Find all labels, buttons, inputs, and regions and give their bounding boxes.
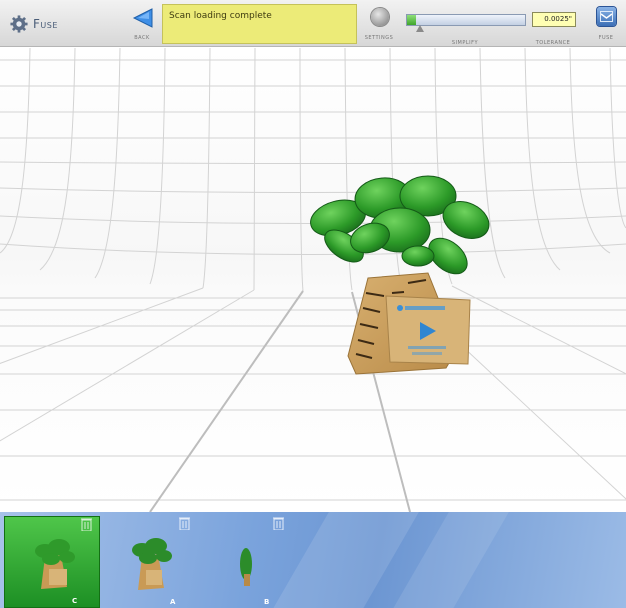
gear-logo-icon: [10, 15, 28, 33]
simplify-control: Simplify: [404, 10, 526, 46]
fuse-box-icon: [597, 7, 616, 26]
tolerance-field[interactable]: 0.0025": [532, 12, 576, 27]
scan-label-c: C: [72, 597, 78, 605]
app-title: Fuse: [10, 12, 58, 36]
palm-tree-scan-model[interactable]: [308, 168, 498, 380]
trash-icon[interactable]: [81, 517, 92, 531]
status-text: Scan loading complete: [169, 11, 272, 21]
settings-dial-icon: [371, 8, 389, 26]
scan-thumbnail-strip: C A B: [0, 512, 626, 608]
fuse-label: Fuse: [598, 35, 614, 41]
simplify-slider-fill: [407, 15, 417, 25]
tolerance-label: Tolerance: [535, 40, 571, 46]
fuse-button[interactable]: Fuse: [589, 4, 623, 44]
scan-label-b: B: [264, 598, 270, 606]
simplify-label: Simplify: [451, 40, 479, 46]
scan-thumbnail-c[interactable]: C: [4, 516, 100, 608]
app-title-text: Fuse: [33, 17, 58, 31]
scan-thumbnail-a[interactable]: A: [104, 516, 200, 608]
back-label: Back: [134, 35, 150, 41]
simplify-slider[interactable]: [406, 14, 526, 26]
3d-viewport[interactable]: [0, 48, 626, 512]
top-toolbar: Fuse Back Scan loading complete Settings…: [0, 0, 626, 47]
trash-icon[interactable]: [273, 516, 284, 530]
scan-thumbnail-b[interactable]: B: [200, 516, 296, 608]
settings-button[interactable]: Settings: [360, 4, 398, 44]
status-message: Scan loading complete: [162, 4, 357, 44]
trash-icon[interactable]: [179, 516, 190, 530]
back-arrow-icon: [132, 8, 153, 28]
tolerance-control: 0.0025" Tolerance: [528, 10, 578, 46]
settings-label: Settings: [364, 35, 394, 41]
scan-label-a: A: [170, 598, 176, 606]
back-button[interactable]: Back: [124, 4, 160, 44]
simplify-slider-thumb[interactable]: [416, 25, 424, 32]
